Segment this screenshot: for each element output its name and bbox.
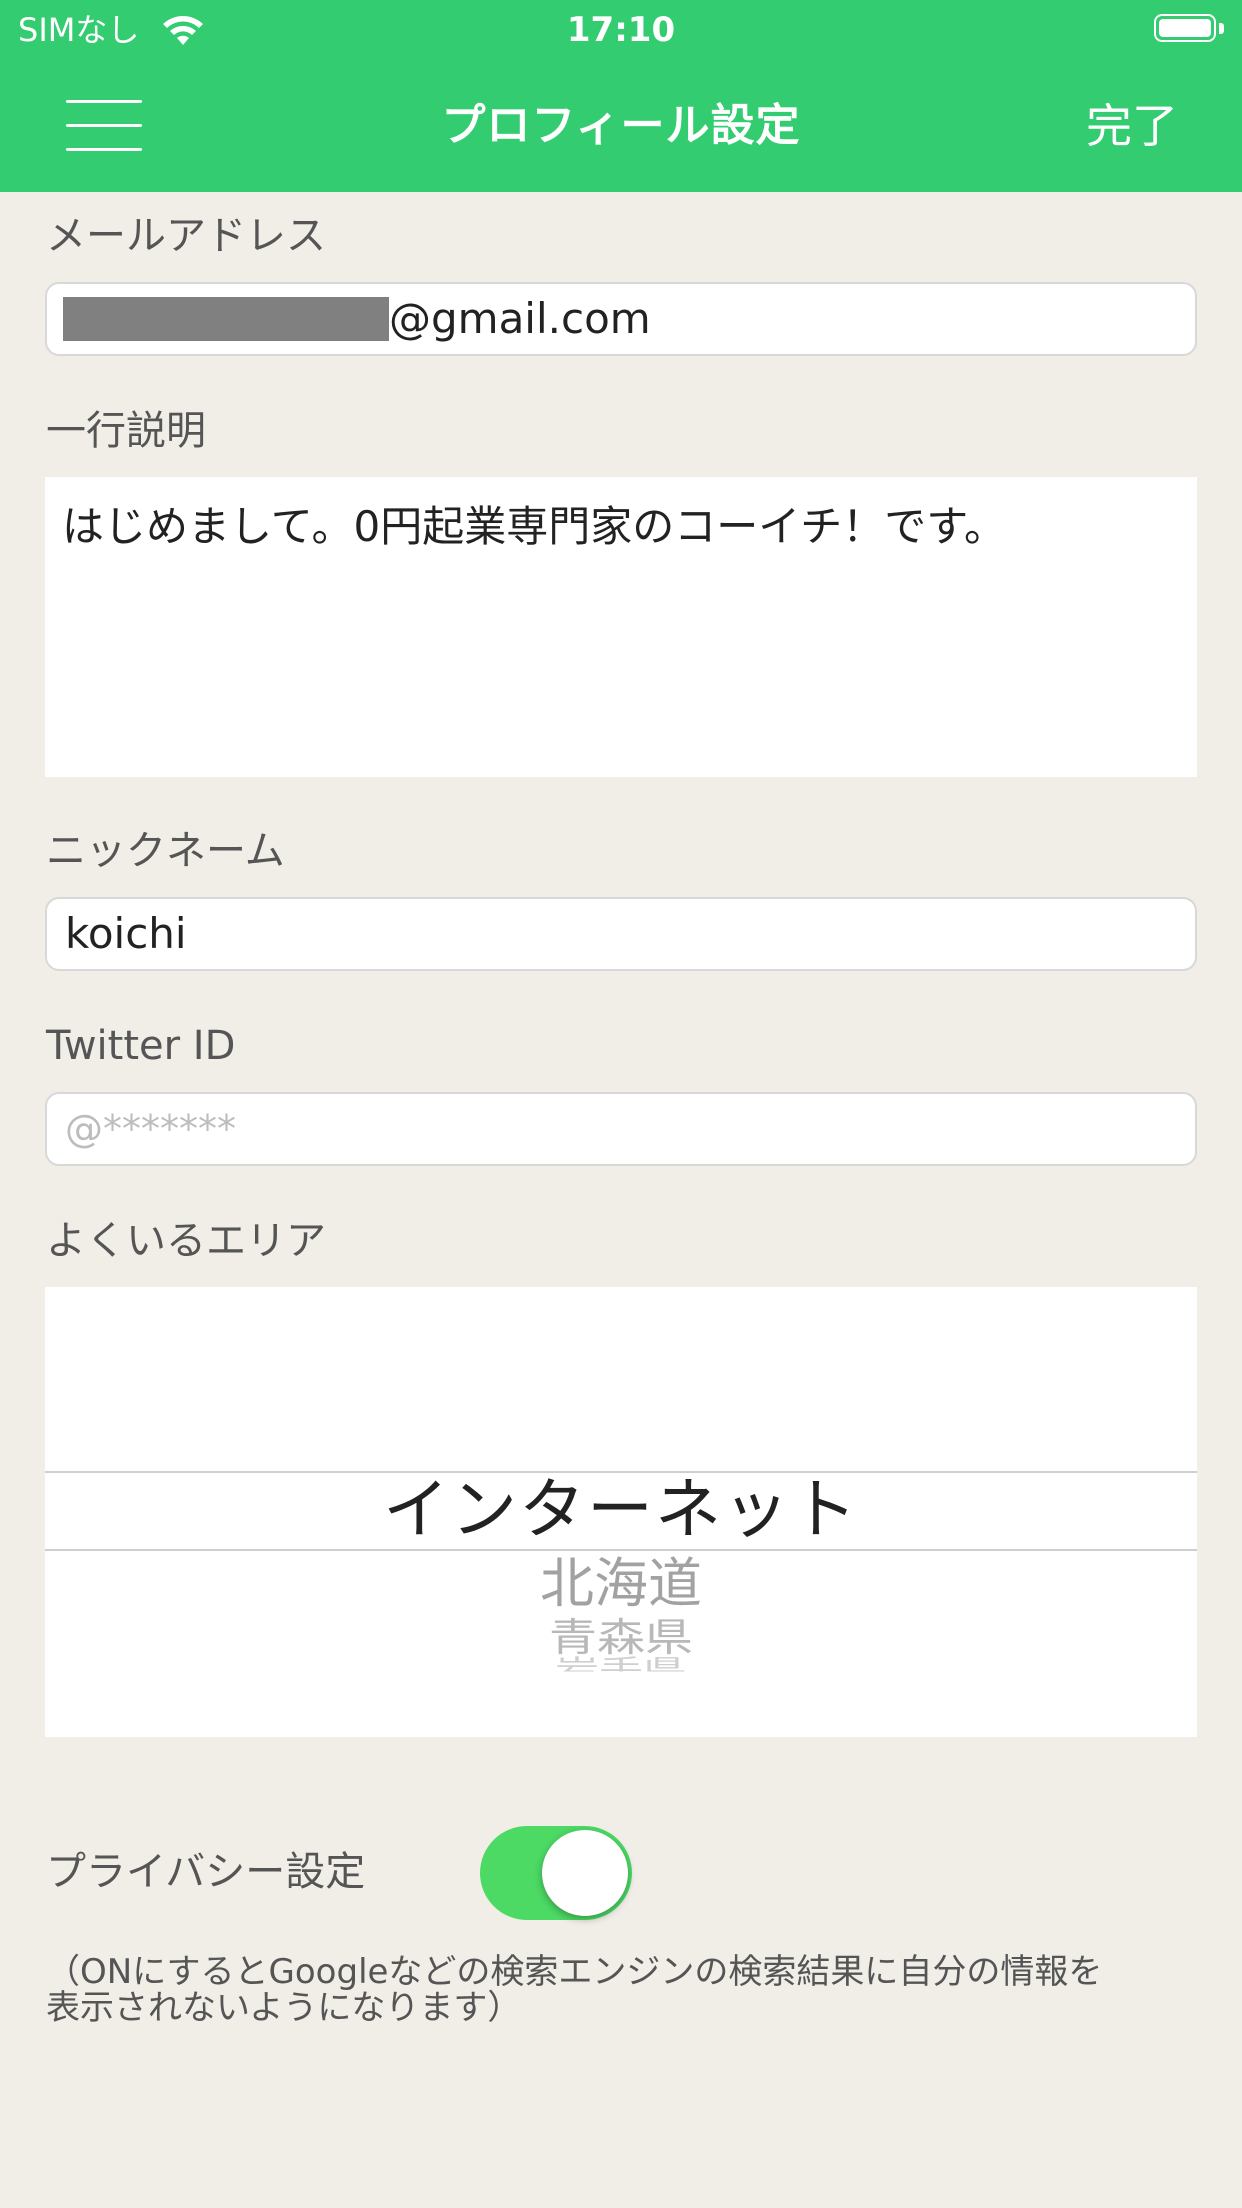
done-button[interactable]: 完了 — [1086, 96, 1178, 156]
privacy-note-line-1: （ONにするとGoogleなどの検索エンジンの検索結果に自分の情報を — [46, 1952, 1103, 1992]
status-time: 17:10 — [566, 10, 676, 50]
email-label: メールアドレス — [46, 213, 326, 259]
privacy-note: （ONにするとGoogleなどの検索エンジンの検索結果に自分の情報を 表示されな… — [46, 1954, 1196, 2026]
area-picker[interactable]: インターネット 北海道 青森県 岩手県 — [45, 1287, 1197, 1737]
nickname-value: koichi — [65, 909, 187, 958]
area-label: よくいるエリア — [46, 1218, 326, 1264]
battery-icon — [1154, 14, 1224, 44]
page-title: プロフィール設定 — [441, 100, 801, 151]
email-field[interactable]: @gmail.com — [45, 282, 1197, 356]
privacy-toggle[interactable] — [480, 1826, 632, 1920]
description-label: 一行説明 — [46, 408, 206, 454]
email-value-suffix: @gmail.com — [389, 294, 651, 343]
twitter-id-placeholder: @******* — [65, 1107, 236, 1151]
description-value: はじめまして。0円起業専門家のコーイチ！です。 — [62, 502, 1007, 551]
privacy-label: プライバシー設定 — [46, 1849, 366, 1895]
privacy-note-line-2: 表示されないようになります） — [46, 1988, 522, 2028]
email-redaction — [63, 297, 389, 341]
nickname-field[interactable]: koichi — [45, 897, 1197, 971]
toggle-knob — [542, 1830, 628, 1916]
top-bar: SIMなし 17:10 プロフィール設定 完了 — [0, 0, 1242, 192]
picker-option-selected[interactable]: インターネット — [45, 1465, 1197, 1555]
twitter-label: Twitter ID — [46, 1023, 236, 1069]
picker-option[interactable]: 岩手県 — [45, 1655, 1197, 1672]
picker-option[interactable]: 北海道 — [45, 1551, 1197, 1617]
twitter-id-field[interactable]: @******* — [45, 1092, 1197, 1166]
nickname-label: ニックネーム — [46, 828, 285, 874]
description-textarea[interactable]: はじめまして。0円起業専門家のコーイチ！です。 — [45, 477, 1197, 777]
